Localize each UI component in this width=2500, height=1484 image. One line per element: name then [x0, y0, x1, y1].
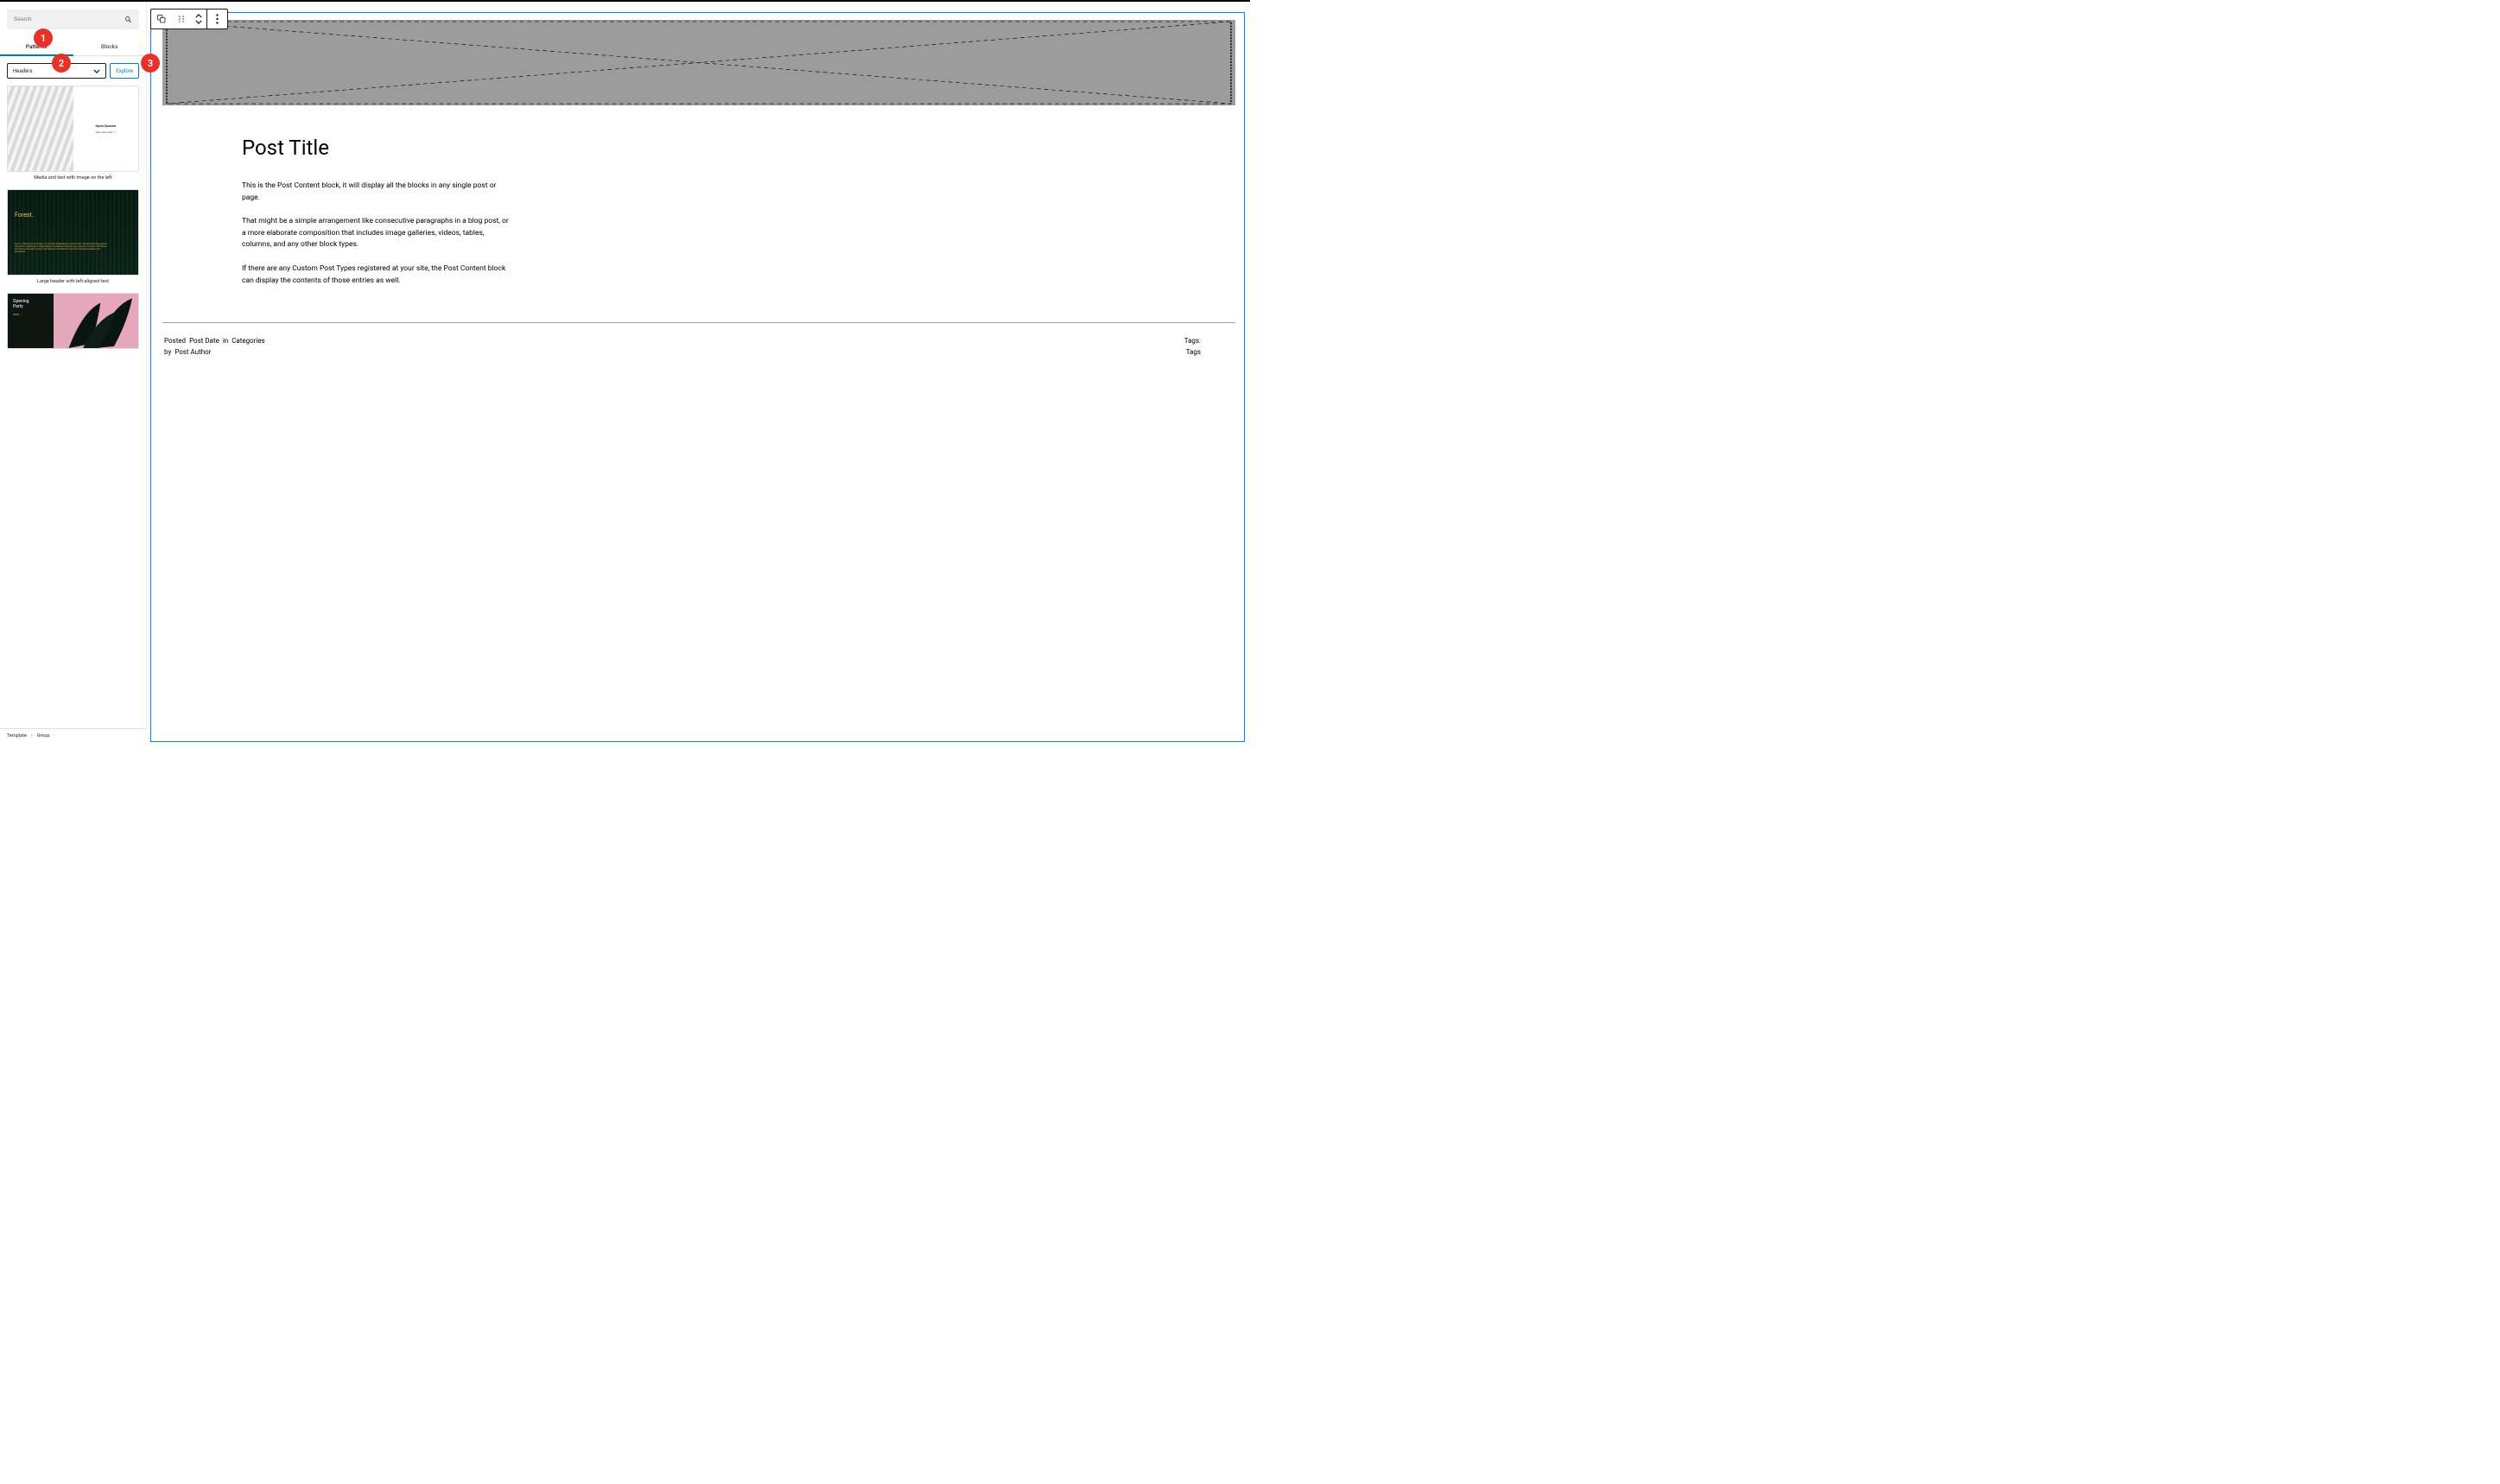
meta-tags-label2: Tags: [1186, 348, 1201, 356]
drag-handle[interactable]: [171, 10, 191, 29]
search-input[interactable]: [14, 16, 124, 22]
inserter-sidebar: Patterns Blocks Headers Explore Open Spa…: [0, 2, 147, 742]
pattern2-desc: From a child's eyes the forest is. The f…: [15, 243, 108, 254]
canvas-scrollbar[interactable]: [1245, 2, 1250, 742]
breadcrumb: Template › Group: [0, 728, 147, 742]
pattern-thumb-2[interactable]: Forest. From a child's eyes the forest i…: [7, 189, 139, 276]
post-meta: Posted Post Date in Categories Tags: by …: [164, 337, 1235, 345]
block-type-button[interactable]: [151, 10, 171, 29]
pattern3-rsvp: RSVP →: [13, 313, 48, 316]
featured-image-placeholder[interactable]: [162, 20, 1235, 105]
meta-posted-label: Posted: [164, 337, 186, 345]
inserter-tabs: Patterns Blocks: [0, 37, 146, 56]
separator-block[interactable]: [162, 322, 1235, 323]
meta-in-label: in: [223, 337, 228, 345]
move-up-button[interactable]: [195, 14, 202, 18]
post-paragraph[interactable]: This is the Post Content block, it will …: [242, 181, 514, 204]
callout-badge-3: 3: [141, 54, 160, 73]
block-options-button[interactable]: [207, 10, 227, 29]
pattern2-caption: Large header with left-aligned text: [7, 279, 139, 284]
breadcrumb-child[interactable]: Group: [37, 733, 50, 739]
block-movers: [191, 10, 206, 29]
move-down-button[interactable]: [195, 20, 202, 24]
search-icon: [124, 16, 132, 23]
patterns-list[interactable]: Open Spaces See case study ↗ Media and t…: [0, 86, 146, 742]
dropdown-value: Headers: [13, 68, 32, 74]
post-paragraph[interactable]: If there are any Custom Post Types regis…: [242, 263, 514, 287]
chevron-down-icon: [93, 69, 100, 73]
pattern1-title: Open Spaces: [95, 124, 116, 128]
pattern1-caption: Media and text with image on the left: [7, 175, 139, 181]
callout-badge-1: 1: [34, 29, 53, 48]
post-paragraph[interactable]: That might be a simple arrangement like …: [242, 216, 514, 251]
meta-post-date[interactable]: Post Date: [189, 337, 219, 345]
editor-canvas[interactable]: Post Title This is the Post Content bloc…: [147, 2, 1250, 742]
search-box[interactable]: [7, 10, 139, 29]
meta-categories[interactable]: Categories: [232, 337, 265, 345]
block-toolbar: [150, 9, 228, 29]
meta-by-label: by: [164, 348, 171, 356]
explore-button[interactable]: Explore: [110, 63, 139, 79]
post-content[interactable]: Post Title This is the Post Content bloc…: [242, 136, 1159, 299]
chevron-right-icon: ›: [31, 732, 33, 739]
pattern3-title2: Party: [13, 304, 48, 309]
pattern-thumb-3[interactable]: Opening Party RSVP →: [7, 293, 139, 349]
callout-badge-2: 2: [52, 54, 71, 73]
pattern1-subtitle: See case study ↗: [96, 130, 116, 134]
meta-post-author[interactable]: Post Author: [174, 348, 211, 356]
pattern-thumb-1[interactable]: Open Spaces See case study ↗: [7, 86, 139, 172]
breadcrumb-root[interactable]: Template: [7, 733, 27, 739]
meta-tags-label: Tags:: [1184, 337, 1201, 345]
tab-blocks[interactable]: Blocks: [73, 37, 147, 55]
post-title[interactable]: Post Title: [242, 136, 1159, 160]
pattern2-title: Forest.: [15, 212, 131, 219]
block-selection-outline: [150, 12, 1245, 742]
